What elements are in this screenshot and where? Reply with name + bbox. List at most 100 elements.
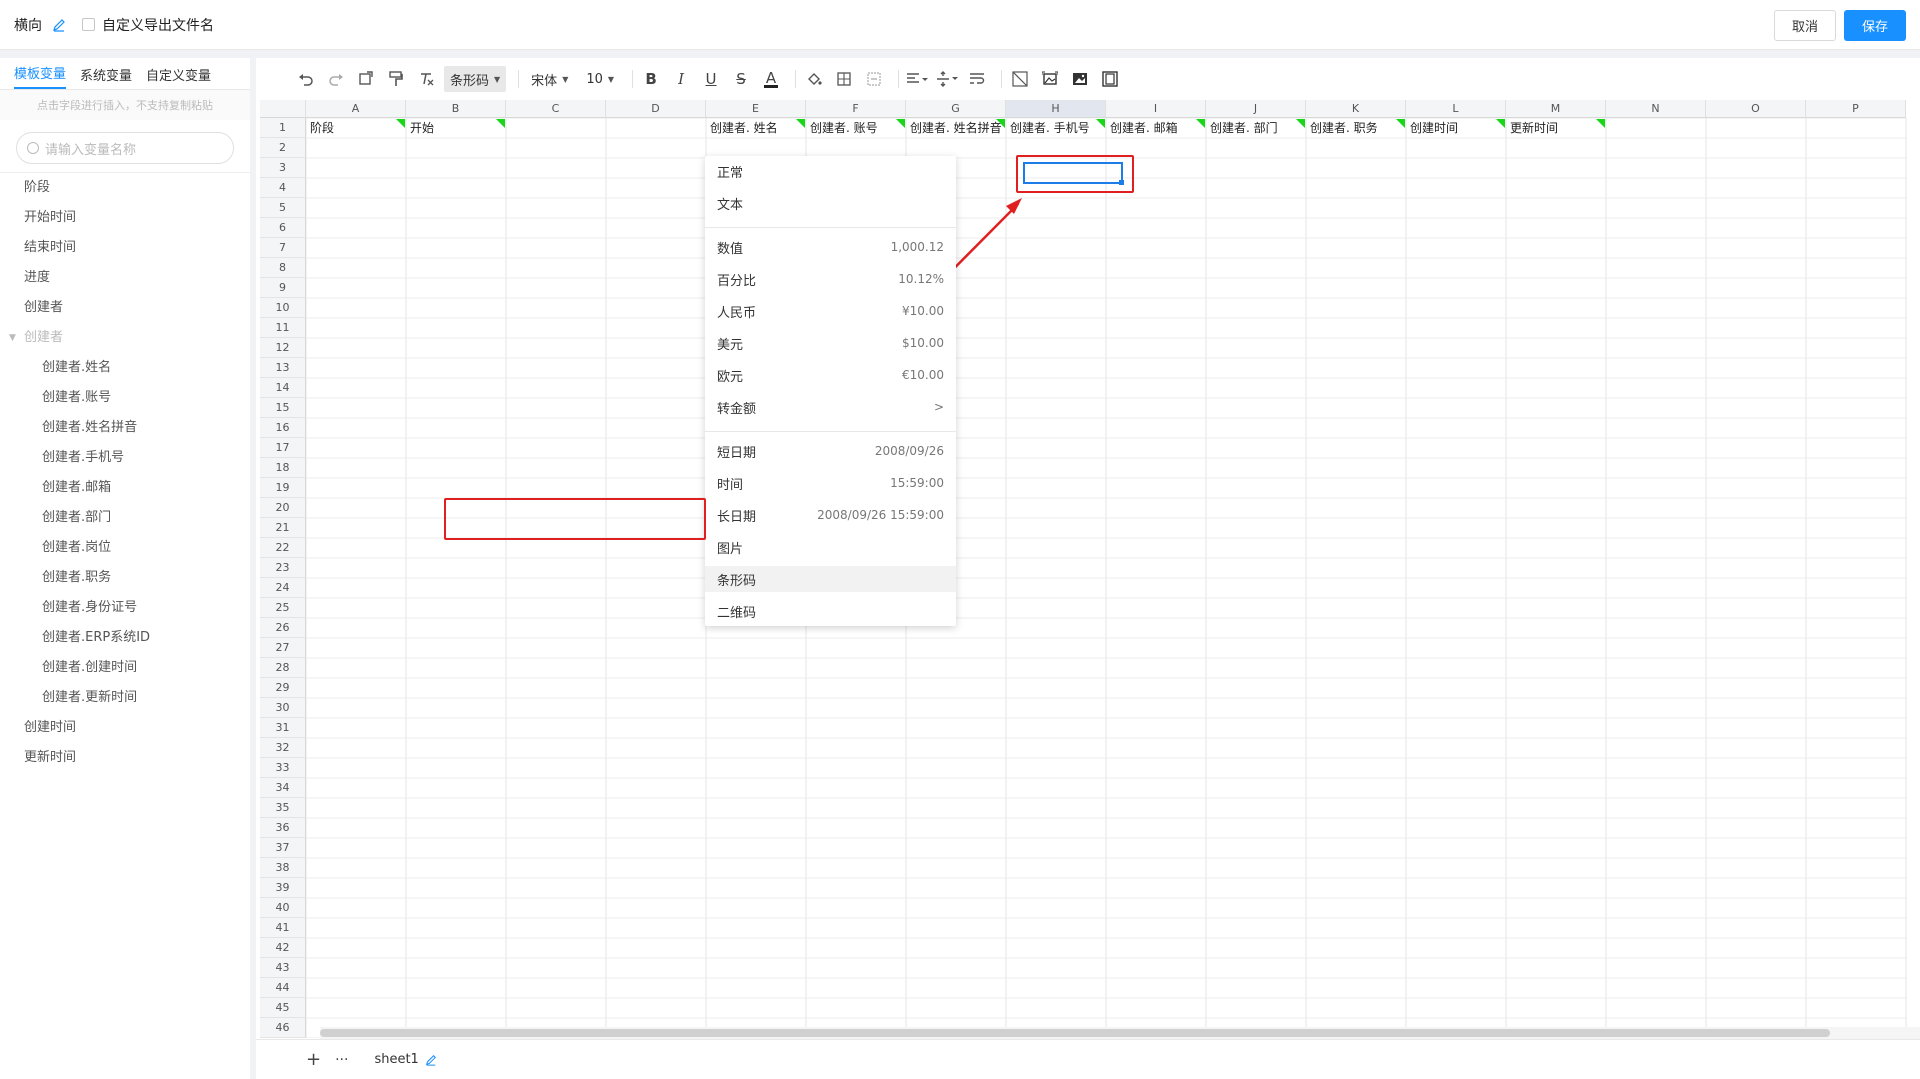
format-option[interactable]: 图片	[705, 534, 956, 560]
row-header[interactable]: 38	[260, 858, 306, 878]
format-option[interactable]: 转金额 >	[705, 394, 956, 420]
sheet-tab[interactable]: sheet1	[374, 1052, 436, 1067]
float-image-icon[interactable]	[1068, 66, 1092, 92]
format-option[interactable]: 欧元 €10.00	[705, 362, 956, 388]
row-header[interactable]: 33	[260, 758, 306, 778]
variable-item[interactable]: 创建者.更新时间	[0, 683, 250, 713]
variable-item[interactable]: 创建时间	[0, 713, 250, 743]
refresh-icon[interactable]	[354, 66, 378, 92]
row-header[interactable]: 35	[260, 798, 306, 818]
border-icon[interactable]	[832, 66, 856, 92]
variable-item[interactable]: 创建者	[0, 293, 250, 323]
cell-format-dropdown[interactable]: 条形码 ▼	[444, 66, 507, 92]
format-option[interactable]: 百分比 10.12%	[705, 266, 956, 292]
row-header[interactable]: 34	[260, 778, 306, 798]
more-sheets-icon[interactable]: ···	[335, 1052, 348, 1068]
font-color-icon[interactable]: A	[759, 66, 783, 92]
variable-search-input[interactable]: 请输入变量名称	[16, 132, 234, 164]
format-option[interactable]: 短日期 2008/09/26	[705, 438, 956, 464]
column-header[interactable]: P	[1806, 100, 1906, 118]
row-header[interactable]: 36	[260, 818, 306, 838]
tab-custom-variables[interactable]: 自定义变量	[146, 65, 211, 89]
tab-system-variables[interactable]: 系统变量	[80, 65, 132, 89]
variable-item[interactable]: 创建者.职务	[0, 563, 250, 593]
variable-item[interactable]: 进度	[0, 263, 250, 293]
italic-icon[interactable]: I	[669, 66, 693, 92]
format-option[interactable]: 条形码	[705, 566, 956, 592]
underline-icon[interactable]: U	[699, 66, 723, 92]
row-header[interactable]: 42	[260, 938, 306, 958]
row-header[interactable]: 46	[260, 1018, 306, 1038]
strikethrough-icon[interactable]: S	[729, 66, 753, 92]
variable-item[interactable]: 开始时间	[0, 203, 250, 233]
row-header[interactable]: 40	[260, 898, 306, 918]
row-header[interactable]: 30	[260, 698, 306, 718]
diagonal-border-icon[interactable]	[1008, 66, 1032, 92]
edit-pen-icon[interactable]	[425, 1054, 437, 1066]
save-button[interactable]: 保存	[1844, 10, 1906, 41]
row-header[interactable]: 27	[260, 638, 306, 658]
row-header[interactable]: 43	[260, 958, 306, 978]
redo-icon[interactable]	[324, 66, 348, 92]
variable-item[interactable]: 创建者.部门	[0, 503, 250, 533]
cell-variable[interactable]: 创建时间	[1406, 118, 1506, 138]
fill-color-icon[interactable]	[802, 66, 826, 92]
font-size-dropdown[interactable]: 10 ▼	[580, 66, 620, 92]
variable-item[interactable]: 创建者.姓名	[0, 353, 250, 383]
column-header[interactable]: O	[1706, 100, 1806, 118]
spreadsheet-grid[interactable]: ABCDEFGHIJKLMNOP 1 2 3 4 5 6 7 8 9 10 11 12 13 14 15 16…	[260, 100, 1920, 1038]
row-header[interactable]: 45	[260, 998, 306, 1018]
merge-cells-icon[interactable]	[862, 66, 886, 92]
cell-variable[interactable]: 更新时间	[1506, 118, 1606, 138]
format-option[interactable]: 时间 15:59:00	[705, 470, 956, 496]
edit-pen-icon[interactable]	[52, 17, 68, 33]
variable-item[interactable]: 创建者.ERP系统ID	[0, 623, 250, 653]
cancel-button[interactable]: 取消	[1774, 10, 1836, 41]
format-option[interactable]: 文本	[705, 190, 956, 216]
variable-item[interactable]: 结束时间	[0, 233, 250, 263]
column-header[interactable]: L	[1406, 100, 1506, 118]
format-option[interactable]: 正常	[705, 158, 956, 184]
variable-group-creator[interactable]: ▼ 创建者	[0, 323, 250, 353]
add-sheet-icon[interactable]: +	[306, 1049, 321, 1070]
format-option[interactable]: 长日期 2008/09/26 15:59:00	[705, 502, 956, 528]
row-header[interactable]: 41	[260, 918, 306, 938]
row-header[interactable]: 31	[260, 718, 306, 738]
clear-format-icon[interactable]	[414, 66, 438, 92]
variable-item[interactable]: 更新时间	[0, 743, 250, 773]
row-header[interactable]: 28	[260, 658, 306, 678]
row-header[interactable]: 39	[260, 878, 306, 898]
insert-image-icon[interactable]	[1038, 66, 1062, 92]
bold-icon[interactable]: B	[639, 66, 663, 92]
variable-item[interactable]: 创建者.身份证号	[0, 593, 250, 623]
horizontal-scrollbar[interactable]	[320, 1027, 1920, 1039]
row-header[interactable]: 44	[260, 978, 306, 998]
variable-item[interactable]: 创建者.姓名拼音	[0, 413, 250, 443]
variable-item[interactable]: 创建者.邮箱	[0, 473, 250, 503]
frame-icon[interactable]	[1098, 66, 1122, 92]
row-header[interactable]: 29	[260, 678, 306, 698]
text-wrap-icon[interactable]	[965, 66, 989, 92]
tab-template-variables[interactable]: 模板变量	[14, 63, 67, 89]
format-option[interactable]: 人民币 ¥10.00	[705, 298, 956, 324]
cell-variable[interactable]: 创建者. 职务	[1306, 118, 1406, 138]
variable-item[interactable]: 阶段	[0, 173, 250, 203]
format-option[interactable]: 二维码	[705, 598, 956, 624]
variable-item[interactable]: 创建者.创建时间	[0, 653, 250, 683]
row-header[interactable]: 25	[260, 598, 306, 618]
format-option[interactable]: 数值 1,000.12	[705, 234, 956, 260]
horizontal-align-icon[interactable]	[905, 66, 929, 92]
row-header[interactable]: 32	[260, 738, 306, 758]
custom-filename-checkbox[interactable]	[82, 18, 95, 31]
column-header[interactable]: K	[1306, 100, 1406, 118]
font-family-dropdown[interactable]: 宋体 ▼	[525, 66, 574, 92]
row-header[interactable]: 37	[260, 838, 306, 858]
row-header[interactable]: 26	[260, 618, 306, 638]
format-painter-icon[interactable]	[384, 66, 408, 92]
column-header[interactable]: N	[1606, 100, 1706, 118]
vertical-align-icon[interactable]	[935, 66, 959, 92]
format-option[interactable]: 美元 $10.00	[705, 330, 956, 356]
scrollbar-thumb[interactable]	[320, 1029, 1830, 1037]
variable-item[interactable]: 创建者.账号	[0, 383, 250, 413]
variable-item[interactable]: 创建者.手机号	[0, 443, 250, 473]
